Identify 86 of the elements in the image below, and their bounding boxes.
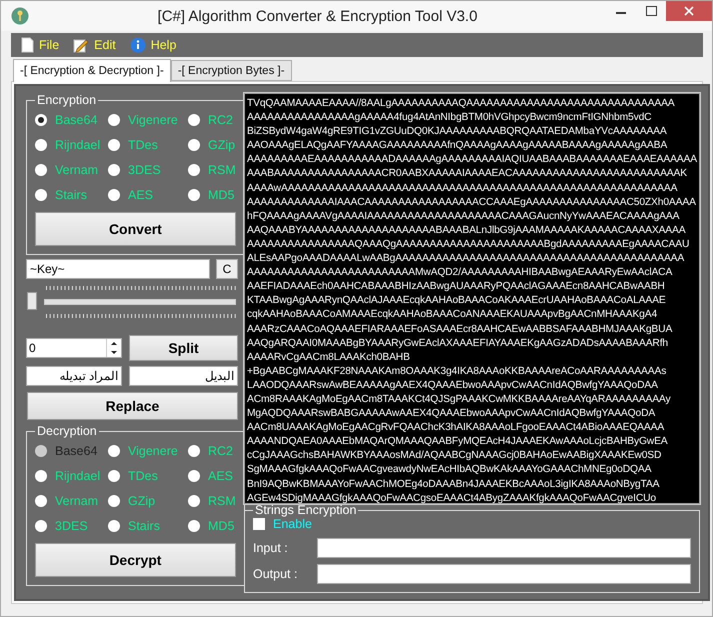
- radio-option[interactable]: Vigenere: [108, 111, 188, 129]
- text-line: AAAAAAAAAAAAAAAAQAAAQgAAAAAAAAAAAAAAAAAAAAAABgdAAAAAAAAAEgAAAACAAU: [247, 238, 690, 252]
- text-line: AAAANDQAEA0AAAEbMAQArQMAAAQAABFyMQEAcH4JAAAEKAwAAAoLcjcBAHByGwEA: [247, 435, 669, 450]
- text-line: +BgAABCgMAAAKF28NAAAKAm8OAAAK3g4IKA8AAAoKKBAAAAreACoAARAAAAAAAAAs: [247, 364, 668, 379]
- text-line: AAAAAAAAAAAAAAAAAAAAAAAAAMwAQD2/AAAAAAAAAHIBAABwgAEAAARyEwAAclACA: [247, 266, 674, 280]
- radio-option[interactable]: 3DES: [35, 517, 108, 535]
- split-button[interactable]: Split: [129, 335, 238, 361]
- text-line: AAAARvCgAACm8LAAAKch0BAHB: [247, 350, 411, 365]
- key-icon: [11, 7, 29, 25]
- radio-option[interactable]: Rijndael: [35, 136, 108, 154]
- text-line: ALEsAAPgoAAADAAAALwAABgAAAAAAAAAAAAAAAAAAAAAAAAAAAAAAAAAAAAAAAAAAA: [247, 252, 686, 266]
- output-text-area[interactable]: [244, 93, 700, 504]
- text-line: AAAAAAAAAEAAAAAAAAAAADAAAAAAgAAAAAAAAAIAQIUAABAAABAAAAAAAEAAAEAAAAAA: [247, 153, 697, 168]
- radio-option[interactable]: RC2: [188, 111, 236, 129]
- tab[interactable]: -[ Encryption & Decryption ]-: [13, 59, 171, 82]
- clear-button[interactable]: C: [216, 259, 238, 279]
- text-line: TVqQAAMAAAAEAAAA//8AALgAAAAAAAAAAQAAAAAAAAAAAAAAAAAAAAAAAAAAAAAAA: [247, 97, 676, 111]
- radio-option[interactable]: Vernam: [35, 161, 108, 179]
- decrypt-button[interactable]: Decrypt: [35, 543, 236, 577]
- group-title: Encryption: [36, 93, 98, 107]
- close-button[interactable]: [666, 1, 712, 21]
- text-line: AAOAAAgELAQgAAFYAAAAGAAAAAAAAAfnQAAAAgAAAAgAAAAABAAAAgAAAAAgAABA: [247, 139, 668, 154]
- radio-option[interactable]: AES: [188, 467, 236, 485]
- find-field[interactable]: المراد تبديله: [26, 366, 122, 386]
- text-line: AAQAAABYAAAAAAAAAAAAAAAAAAAABAAABALnJlbG9jAAAMAAAAAKAAAAACAAAAXAAAA: [247, 224, 686, 238]
- text-line: AAAAAAAAAAAAAAAAgAAAAA4fug4AtAnNIbgBTM0hVGhpcyBwcm9ncmFtIGNhbm5vdC: [247, 111, 652, 126]
- radio-option[interactable]: AES: [108, 186, 188, 204]
- menu-item[interactable]: Help: [130, 37, 176, 53]
- text-line: AGEw4SDigMAAAGfgkAAAQoFwAACgsoEAAACt4ABygZAAAKfgkAAAQoFwAACgveICUo: [247, 492, 657, 505]
- text-line: AAARzCAAACoAQAAAEFIARAAAEFoASAAAEcr8AAHCAEwAABBSAFAAABHMJAAAKgBUA: [247, 322, 674, 336]
- enable-label: Enable: [273, 517, 312, 531]
- close-icon: [684, 6, 694, 16]
- key-field[interactable]: ~Key~: [26, 259, 210, 279]
- slider-thumb[interactable]: [27, 292, 37, 310]
- radio-option[interactable]: TDes: [108, 136, 188, 154]
- output-label: Output :: [253, 567, 298, 581]
- radio-option[interactable]: Base64: [35, 111, 108, 129]
- radio-option[interactable]: Stairs: [35, 186, 108, 204]
- tab[interactable]: -[ Encryption Bytes ]-: [170, 60, 292, 81]
- radio-option[interactable]: GZip: [188, 136, 236, 154]
- pencil-icon: [73, 37, 90, 53]
- text-line: MgAQDQAAARswBABGAAAAAwAAEX4QAAAEbwoAAApvCwAACnIdAQBwfgYAAAQoDA: [247, 407, 656, 422]
- text-line: BiZSBydW4gaW4gRE9TIG1vZGUuDQ0KJAAAAAAAAABQRQAATAEDAMbaYVcAAAAAAAA: [247, 125, 668, 140]
- text-line: ACm8RAAAKAgMoEgAACm8TAAAKCt4QJSgPAAAKCwMKKBAAAAreAAYqARAAAAAAAAAy: [247, 392, 672, 407]
- text-line: LAAODQAAARswAwBEAAAAAgAAEX4QAAAEbwoAAApvCwAACnIdAQBwfgYAAAQoDAA: [247, 378, 659, 393]
- number-field[interactable]: 0: [26, 338, 122, 358]
- text-line: AAAAwAAAAAAAAAAAAAAAAAAAAAAAAAAAAAAAAAAAAAAAAAAAAAAAAAAAAAAAAAAA: [247, 182, 678, 196]
- radio-option[interactable]: RSM: [188, 161, 236, 179]
- radio-option[interactable]: GZip: [108, 492, 188, 510]
- menu-item[interactable]: File: [21, 37, 60, 53]
- replace-button[interactable]: Replace: [27, 392, 238, 420]
- group-title: Decryption: [36, 424, 98, 438]
- radio-option[interactable]: MD5: [188, 517, 236, 535]
- text-line: hFQAAAAgAAAAVgAAAAIAAAAAAAAAAAAAAAAAAAACAAAGAucnNyYwAAAEACAAAAgAAA: [247, 210, 680, 224]
- text-line: AAABAAAAAAAAAAAAAAAACR0AABXAAAAAIAAAAEACAAAAAAAAAAAAAAAAAAAAAAAAAK: [247, 167, 688, 182]
- radio-option[interactable]: MD5: [188, 186, 236, 204]
- radio-option[interactable]: TDes: [108, 467, 188, 485]
- radio-option[interactable]: Rijndael: [35, 467, 108, 485]
- window-title: [C#] Algorithm Converter & Encryption Tool V3.0: [156, 8, 478, 24]
- input-label: Input :: [253, 541, 289, 555]
- slider[interactable]: [26, 283, 238, 321]
- maximize-icon: [646, 6, 656, 16]
- text-line: AAEFIADAAAEch0AAHCABAAABHIzAABwgAUAAARyPQAAclAGAAAEcn8AAHCABwAABH: [247, 280, 666, 294]
- info-icon: [130, 37, 146, 53]
- group-title: Strings Encryption: [255, 503, 356, 517]
- enable-checkbox[interactable]: [253, 518, 265, 530]
- text-line: BnI9AQBwKBMAAAYoFwAAChMOEg4oDAAABn4JAAAEKBcAAAoL3igIKA8AAAoNBygTAA: [247, 478, 660, 492]
- text-line: AACm8UAAAKAgMoEgAACgRvFQAAChcK3hAIKA8AAAoLFgooEAAACt4ABioAAAEQAAAA: [247, 421, 666, 436]
- radio-option[interactable]: Stairs: [108, 517, 188, 535]
- radio-option[interactable]: RSM: [188, 492, 236, 510]
- output-field[interactable]: [317, 564, 691, 584]
- text-line: KTAABwgAgAAARynQAAclAJAAAEcqkAAHAoBAAACoAKAAAEcrUAAHAoBAAACoALAAAE: [247, 294, 667, 308]
- convert-button[interactable]: Convert: [35, 212, 236, 246]
- text-line: cCgJAAAGchsBAHAWKBYAAAosMAd/AQAABCgNAAAGcj0BAHAoEwAABigXAAAKEw0SD: [247, 449, 662, 464]
- radio-option[interactable]: Vigenere: [108, 442, 188, 460]
- input-field[interactable]: [317, 538, 691, 558]
- text-line: AAQgARQAAI0MAAABgBYAAARyGwEAclAXAAAEFIAYAAAEKgAAGzADADsAAAABAAARfh: [247, 336, 670, 351]
- radio-option[interactable]: RC2: [188, 442, 236, 460]
- text-line: cqkAAHAoBAAACoAMAAAEcqkAAHAoBAAACoANAAAEKAUAAApvBgAACnMHAAAKgA4: [247, 308, 658, 322]
- radio-option[interactable]: 3DES: [108, 161, 188, 179]
- text-line: SgMAAAGfgkAAAQoFwAACgveawdyNwEAcHIbAQBwKAkAAAYoGAAAChMNEg0oDQAA: [247, 463, 652, 478]
- menu-item[interactable]: Edit: [73, 37, 116, 53]
- radio-option[interactable]: Vernam: [35, 492, 108, 510]
- replace-field[interactable]: البديل: [129, 366, 238, 386]
- text-line: AAAAAAAAAAAAAIAAACAAAAAAAAAAAAAAAAACCAAAEgAAAAAAAAAAAAAAAC50ZXh0AAAA: [247, 196, 697, 210]
- document-icon: [21, 37, 34, 53]
